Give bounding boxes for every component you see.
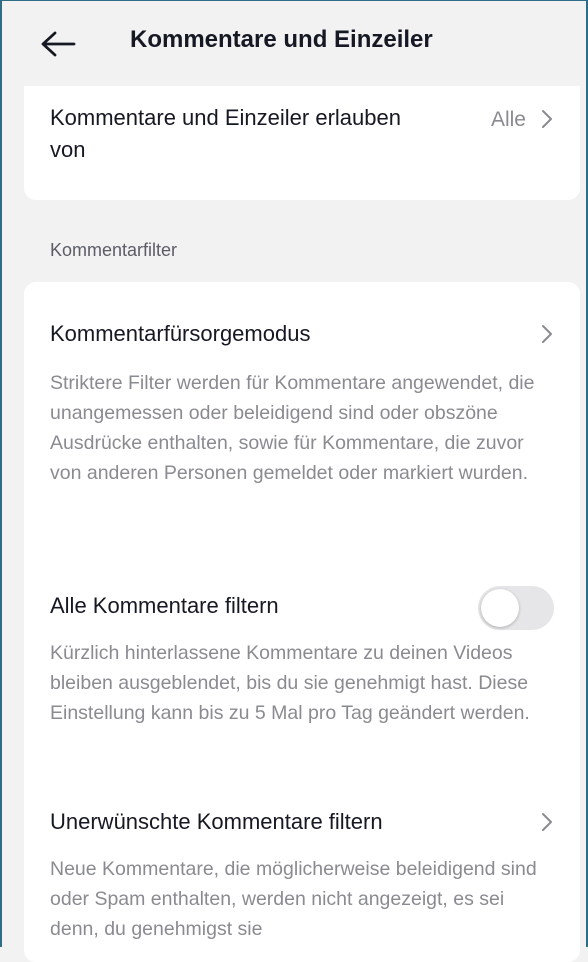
back-button[interactable] (36, 24, 80, 64)
top-bar: Kommentare und Einzeiler (0, 0, 588, 86)
filter-all-comments-label: Alle Kommentare filtern (50, 593, 279, 618)
filter-all-comments-description: Kürzlich hinterlassene Kommentare zu dei… (50, 642, 530, 724)
comment-care-mode-description: Striktere Filter werden für Kommentare a… (50, 372, 535, 484)
comment-filter-card: Kommentarfürsorgemodus Striktere Filter … (24, 282, 580, 962)
chevron-right-icon (540, 323, 554, 345)
chevron-right-icon (540, 811, 554, 833)
chevron-right-icon (540, 108, 554, 130)
filter-unwanted-comments-label: Unerwünschte Kommentare filtern (50, 809, 383, 834)
comment-care-mode-label: Kommentarfürsorgemodus (50, 321, 311, 346)
toggle-knob (481, 589, 519, 627)
filter-all-comments-toggle[interactable] (478, 586, 554, 630)
page-title: Kommentare und Einzeiler (130, 26, 433, 53)
allow-comments-row[interactable]: Kommentare und Einzeiler erlauben von Al… (24, 86, 580, 200)
allow-comments-value: Alle (490, 108, 526, 131)
arrow-left-icon (41, 31, 76, 57)
section-label-comment-filter: Kommentarfilter (50, 240, 178, 260)
allow-comments-label: Kommentare und Einzeiler erlauben von (50, 105, 401, 162)
filter-unwanted-comments-description: Neue Kommentare, die möglicherweise bele… (50, 858, 537, 940)
